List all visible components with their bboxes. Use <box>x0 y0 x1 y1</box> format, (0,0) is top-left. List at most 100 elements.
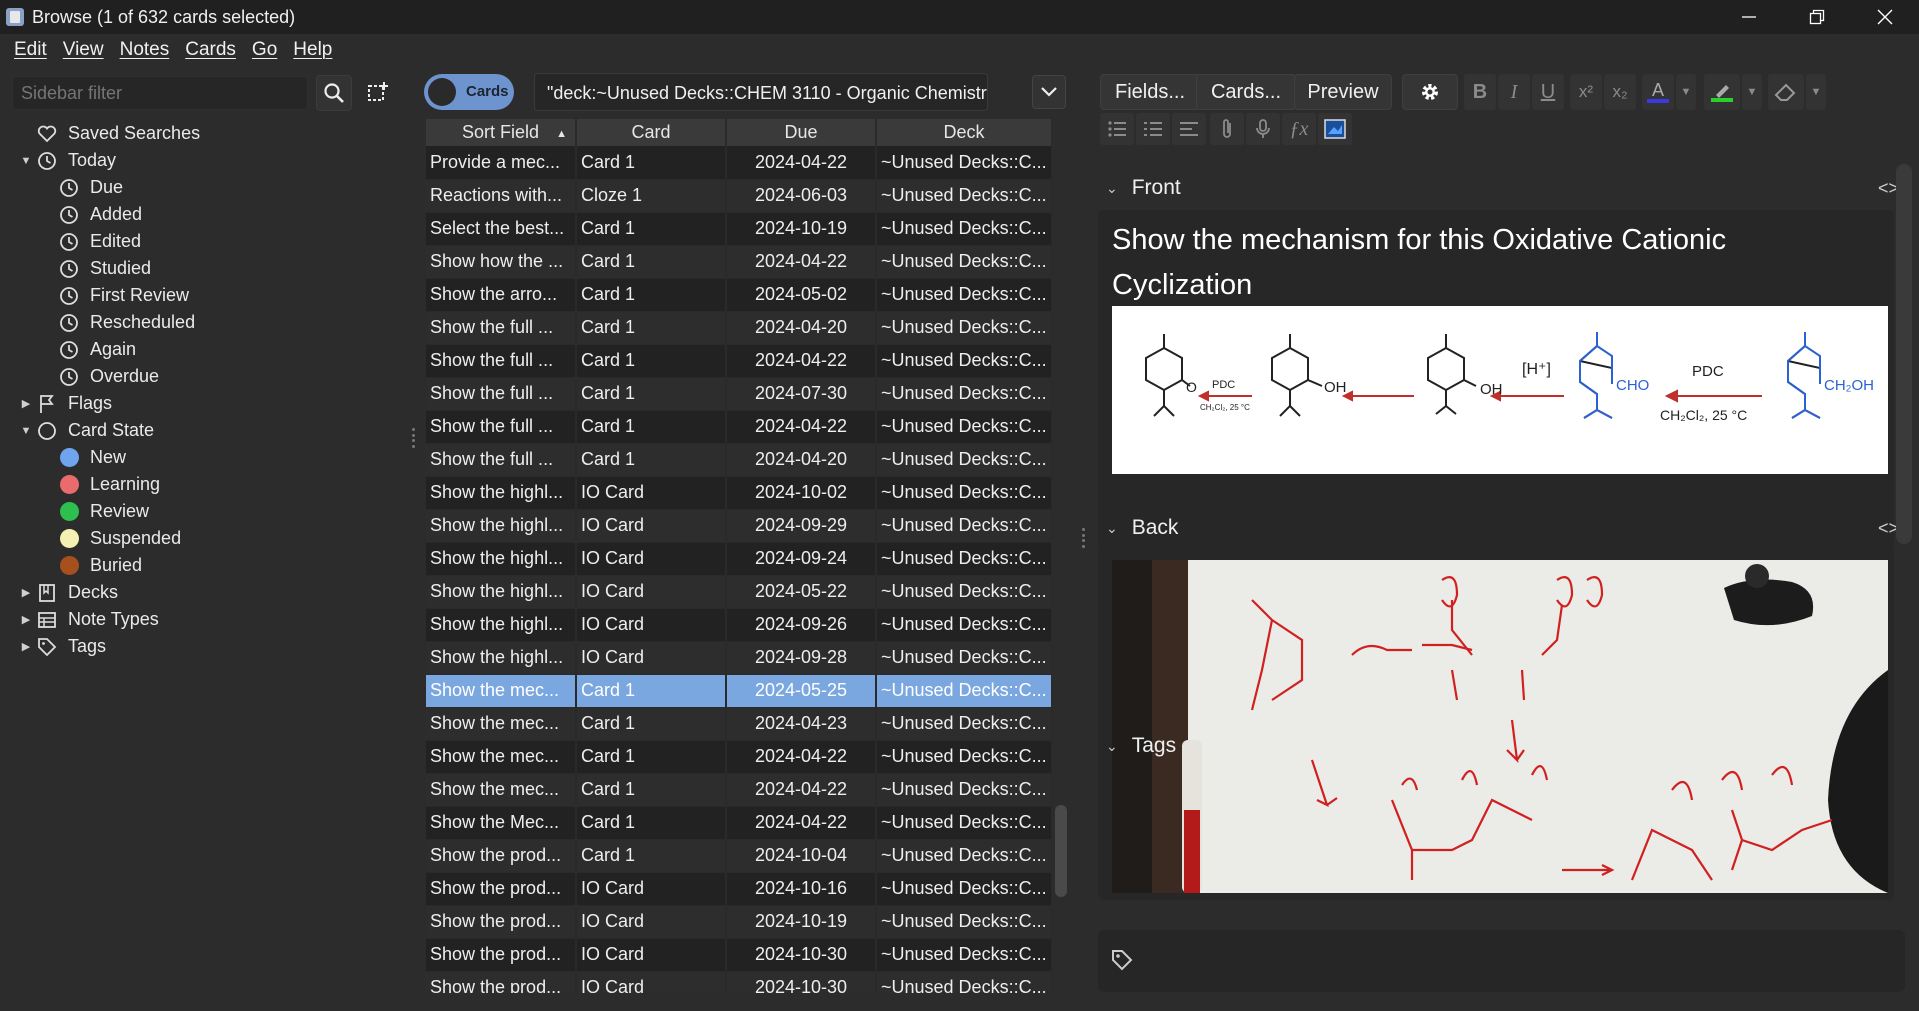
image-occlusion-button[interactable] <box>1318 113 1352 145</box>
table-row[interactable]: Show the Mec... Card 1 2024-04-22 ~Unused D… <box>426 806 1052 840</box>
table-row[interactable]: Show the mec... Card 1 2024-04-22 ~Unused D… <box>426 773 1052 807</box>
browser-splitter-handle[interactable] <box>1079 528 1087 548</box>
sidebar-item-overdue[interactable]: Overdue <box>0 363 410 390</box>
sidebar-item-card-state[interactable]: ▼ Card State <box>0 417 410 444</box>
alignment-button[interactable] <box>1172 113 1206 145</box>
collapse-arrow-icon[interactable]: ▶ <box>16 613 36 626</box>
fields-button[interactable]: Fields... <box>1100 74 1200 110</box>
table-row[interactable]: Show the highl... IO Card 2024-09-26 ~Unuse… <box>426 608 1052 642</box>
sidebar-item-suspended[interactable]: Suspended <box>0 525 410 552</box>
table-row[interactable]: Show the highl... IO Card 2024-09-24 ~Unuse… <box>426 542 1052 576</box>
sidebar-item-first-review[interactable]: First Review <box>0 282 410 309</box>
clear-formatting-dropdown[interactable]: ▼ <box>1806 74 1826 110</box>
sidebar-item-added[interactable]: Added <box>0 201 410 228</box>
table-row[interactable]: Show the prod... IO Card 2024-10-30 ~Unused… <box>426 938 1052 972</box>
minimize-button[interactable] <box>1715 0 1783 34</box>
expand-arrow-icon[interactable]: ▼ <box>16 155 36 167</box>
sidebar-item-studied[interactable]: Studied <box>0 255 410 282</box>
column-header-deck[interactable]: Deck <box>876 119 1052 146</box>
highlight-color-button[interactable] <box>1704 74 1740 110</box>
sidebar-item-today[interactable]: ▼ Today <box>0 147 410 174</box>
table-scrollbar[interactable] <box>1052 145 1070 1000</box>
sidebar-item-due[interactable]: Due <box>0 174 410 201</box>
ordered-list-button[interactable] <box>1136 113 1170 145</box>
table-row[interactable]: Provide a mec... Card 1 2024-04-22 ~Unused … <box>426 146 1052 180</box>
close-button[interactable] <box>1851 0 1919 34</box>
sidebar-item-flags[interactable]: ▶ Flags <box>0 390 410 417</box>
highlight-color-dropdown[interactable]: ▼ <box>1742 74 1762 110</box>
restore-button[interactable] <box>1783 0 1851 34</box>
sidebar-item-rescheduled[interactable]: Rescheduled <box>0 309 410 336</box>
table-row[interactable]: Select the best... Card 1 2024-10-19 ~Unuse… <box>426 212 1052 246</box>
back-field-header[interactable]: ⌄ Back <box>1106 516 1178 540</box>
record-audio-button[interactable] <box>1246 113 1280 145</box>
table-row[interactable]: Show how the ... Card 1 2024-04-22 ~Unused … <box>426 245 1052 279</box>
search-history-dropdown[interactable] <box>1032 75 1066 109</box>
menu-cards[interactable]: Cards <box>185 39 236 61</box>
sidebar-splitter-handle[interactable] <box>409 428 417 448</box>
browser-search-input[interactable]: "deck:~Unused Decks::CHEM 3110 - Organic… <box>534 73 988 111</box>
table-row[interactable]: Show the mec... Card 1 2024-04-22 ~Unused D… <box>426 740 1052 774</box>
menu-help[interactable]: Help <box>293 39 332 61</box>
selection-tool-button[interactable] <box>360 75 396 111</box>
table-row[interactable]: Reactions with... Cloze 1 2024-06-03 ~Unuse… <box>426 179 1052 213</box>
editor-scrollbar[interactable] <box>1896 164 1912 544</box>
table-scrollbar-thumb[interactable] <box>1055 805 1067 897</box>
menu-edit[interactable]: Edit <box>14 39 47 61</box>
front-field-editor[interactable]: Show the mechanism for this Oxidative Ca… <box>1098 210 1894 550</box>
italic-button[interactable]: I <box>1498 74 1530 110</box>
attach-button[interactable] <box>1210 113 1244 145</box>
table-row[interactable]: Show the full ... Card 1 2024-04-20 ~Unused… <box>426 443 1052 477</box>
collapse-arrow-icon[interactable]: ▶ <box>16 640 36 653</box>
menu-go[interactable]: Go <box>252 39 277 61</box>
table-row[interactable]: Show the prod... IO Card 2024-10-16 ~Unused… <box>426 872 1052 906</box>
table-row[interactable]: Show the prod... IO Card 2024-10-30 ~Unused… <box>426 971 1052 993</box>
expand-arrow-icon[interactable]: ▼ <box>16 425 36 437</box>
back-field-editor[interactable] <box>1098 548 1894 900</box>
preview-button[interactable]: Preview <box>1294 74 1392 110</box>
mathjax-button[interactable]: ƒx <box>1282 113 1316 145</box>
table-row[interactable]: Show the highl... IO Card 2024-09-28 ~Unuse… <box>426 641 1052 675</box>
text-color-dropdown[interactable]: ▼ <box>1676 74 1696 110</box>
column-header-sort-field[interactable]: Sort Field ▲ <box>426 119 577 146</box>
options-button[interactable] <box>1402 74 1458 110</box>
front-field-header[interactable]: ⌄ Front <box>1106 176 1181 200</box>
table-row[interactable]: Show the mec... Card 1 2024-04-23 ~Unused D… <box>426 707 1052 741</box>
collapse-arrow-icon[interactable]: ▶ <box>16 397 36 410</box>
table-row[interactable]: Show the arro... Card 1 2024-05-02 ~Unused … <box>426 278 1052 312</box>
sidebar-item-edited[interactable]: Edited <box>0 228 410 255</box>
table-row[interactable]: Show the full ... Card 1 2024-04-22 ~Unused… <box>426 344 1052 378</box>
sidebar-item-note-types[interactable]: ▶ Note Types <box>0 606 410 633</box>
cards-notes-toggle[interactable]: Cards <box>424 74 514 110</box>
table-row[interactable]: Show the highl... IO Card 2024-05-22 ~Unuse… <box>426 575 1052 609</box>
sidebar-filter-input[interactable] <box>12 76 308 110</box>
sidebar-item-decks[interactable]: ▶ Decks <box>0 579 410 606</box>
text-color-button[interactable]: A <box>1642 74 1674 110</box>
tag-editor[interactable] <box>1098 930 1905 992</box>
menu-view[interactable]: View <box>63 39 104 61</box>
table-row[interactable]: Show the full ... Card 1 2024-07-30 ~Unused… <box>426 377 1052 411</box>
table-row-selected[interactable]: Show the mec... Card 1 2024-05-25 ~Unused D… <box>426 674 1052 708</box>
table-row[interactable]: Show the prod... IO Card 2024-10-19 ~Unused… <box>426 905 1052 939</box>
subscript-button[interactable]: x₂ <box>1604 74 1636 110</box>
clear-formatting-button[interactable] <box>1768 74 1804 110</box>
sidebar-item-again[interactable]: Again <box>0 336 410 363</box>
underline-button[interactable]: U <box>1532 74 1564 110</box>
unordered-list-button[interactable] <box>1100 113 1134 145</box>
sidebar-item-buried[interactable]: Buried <box>0 552 410 579</box>
sidebar-item-new[interactable]: New <box>0 444 410 471</box>
superscript-button[interactable]: x² <box>1570 74 1602 110</box>
sidebar-item-review[interactable]: Review <box>0 498 410 525</box>
table-row[interactable]: Show the prod... Card 1 2024-10-04 ~Unused … <box>426 839 1052 873</box>
sidebar-item-learning[interactable]: Learning <box>0 471 410 498</box>
collapse-arrow-icon[interactable]: ▶ <box>16 586 36 599</box>
search-button[interactable] <box>316 75 352 111</box>
cards-button[interactable]: Cards... <box>1196 74 1296 110</box>
sidebar-item-saved-searches[interactable]: Saved Searches <box>0 120 410 147</box>
bold-button[interactable]: B <box>1464 74 1496 110</box>
sidebar-item-tags[interactable]: ▶ Tags <box>0 633 410 660</box>
table-row[interactable]: Show the highl... IO Card 2024-10-02 ~Unuse… <box>426 476 1052 510</box>
column-header-due[interactable]: Due <box>726 119 877 146</box>
column-header-card[interactable]: Card <box>576 119 727 146</box>
menu-notes[interactable]: Notes <box>120 39 170 61</box>
